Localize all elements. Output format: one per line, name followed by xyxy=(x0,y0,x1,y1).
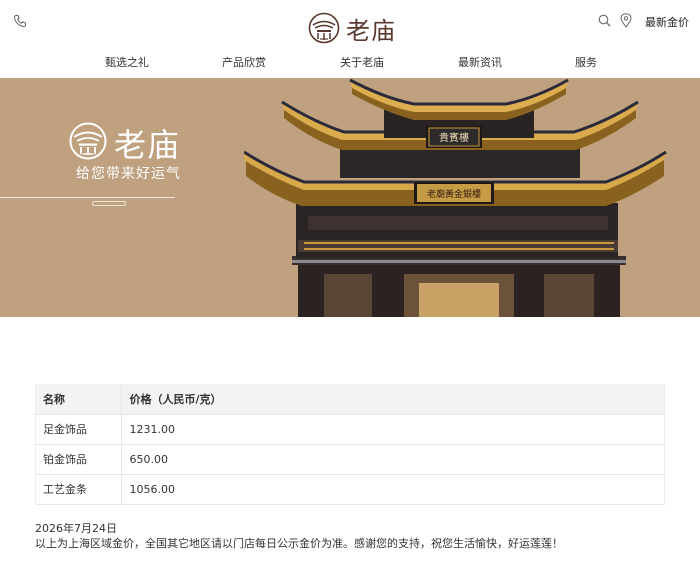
brand-name: 老庙 xyxy=(346,16,396,45)
column-header-name: 名称 xyxy=(35,384,122,414)
hero-banner[interactable]: 老庙 给您带来好运气 老廟黃金銀樓 貴賓樓 xyxy=(0,78,700,317)
phone-icon[interactable] xyxy=(13,14,27,28)
column-header-price: 价格（人民币/克） xyxy=(121,384,665,414)
header: 老庙 最新金价 xyxy=(0,0,700,48)
nav-item-gifts[interactable]: 甄选之礼 xyxy=(105,54,149,70)
location-pin-icon[interactable] xyxy=(620,13,632,28)
nav-item-products[interactable]: 产品欣赏 xyxy=(222,54,266,70)
nav-item-news[interactable]: 最新资讯 xyxy=(458,54,502,70)
table-row: 铂金饰品 650.00 xyxy=(35,443,665,474)
nav-item-service[interactable]: 服务 xyxy=(575,54,597,70)
banner-brand-name: 老庙 xyxy=(114,126,181,164)
product-name-cell: 铂金饰品 xyxy=(35,443,122,474)
main-nav: 甄选之礼 产品欣赏 关于老庙 最新资讯 服务 xyxy=(0,52,700,74)
table-row: 工艺金条 1056.00 xyxy=(35,473,665,505)
temple-logo-icon xyxy=(308,12,340,44)
search-icon[interactable] xyxy=(598,14,611,27)
price-date: 2026年7月24日 xyxy=(35,522,117,535)
latest-gold-price-link[interactable]: 最新金价 xyxy=(645,14,689,30)
gold-price-table: 名称 价格（人民币/克） 足金饰品 1231.00 铂金饰品 650.00 工艺… xyxy=(35,384,665,505)
price-cell: 1231.00 xyxy=(121,413,665,444)
nav-item-about[interactable]: 关于老庙 xyxy=(340,54,384,70)
product-name-cell: 足金饰品 xyxy=(35,413,122,444)
temple-building-image: 老廟黃金銀樓 貴賓樓 xyxy=(244,78,667,317)
price-disclaimer: 以上为上海区域金价，全国其它地区请以门店每日公示金价为准。感谢您的支持，祝您生活… xyxy=(35,537,563,550)
temple-logo-icon xyxy=(69,122,107,160)
table-header-row: 名称 价格（人民币/克） xyxy=(35,384,665,414)
banner-sign-top: 貴賓樓 xyxy=(439,131,469,144)
banner-decoration xyxy=(92,201,126,206)
banner-divider xyxy=(0,197,175,198)
price-cell: 1056.00 xyxy=(121,473,665,505)
product-name-cell: 工艺金条 xyxy=(35,473,122,505)
price-cell: 650.00 xyxy=(121,443,665,474)
table-row: 足金饰品 1231.00 xyxy=(35,413,665,444)
brand-logo-link[interactable]: 老庙 xyxy=(308,12,396,45)
banner-sign-main: 老廟黃金銀樓 xyxy=(427,188,481,200)
banner-slogan: 给您带来好运气 xyxy=(76,166,181,182)
